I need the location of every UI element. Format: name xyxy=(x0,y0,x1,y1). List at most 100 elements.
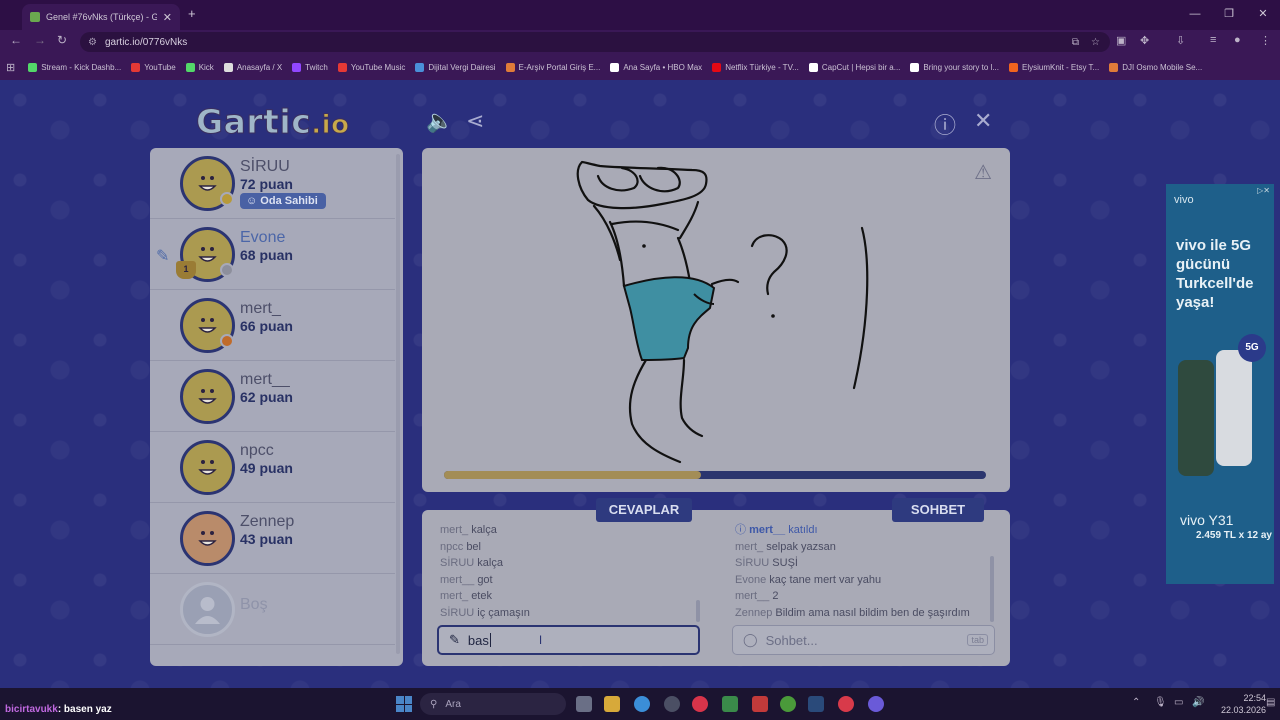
bookmark-item[interactable]: Anasayfa / X xyxy=(219,62,287,72)
bookmark-item[interactable]: ElysiumKnit - Etsy T... xyxy=(1004,62,1104,72)
bookmark-item[interactable]: CapCut | Hepsi bir a... xyxy=(804,62,906,72)
extension-icon[interactable]: ▣ xyxy=(1116,34,1126,47)
text-caret xyxy=(489,633,491,647)
settings-app-icon[interactable] xyxy=(576,696,592,712)
advertisement-banner[interactable]: ▷✕ vivo vivo ile 5G gücünü Turkcell'de y… xyxy=(1166,184,1274,584)
player-name: mert_ xyxy=(240,300,281,317)
status-dot xyxy=(220,263,234,277)
media-icon[interactable]: ≡ xyxy=(1210,34,1216,46)
bookmark-favicon-icon xyxy=(337,62,347,72)
message-text: etek xyxy=(471,590,492,602)
browser-tab[interactable]: Genel #76vNks (Türkçe) - Gartic ✕ xyxy=(22,4,180,30)
answers-scrollbar[interactable] xyxy=(696,600,700,622)
message-text: SUŞİ xyxy=(772,557,798,569)
start-button[interactable] xyxy=(396,696,412,712)
player-score: 68 puan xyxy=(240,247,293,263)
taskbar-search[interactable]: ⚲ Ara xyxy=(420,693,566,715)
exit-icon[interactable]: ✕ xyxy=(974,108,992,134)
bookmark-item[interactable]: Dijital Vergi Dairesi xyxy=(410,62,500,72)
bookmark-favicon-icon xyxy=(1109,62,1119,72)
sound-icon[interactable]: 🔈 xyxy=(426,108,453,134)
player-row[interactable]: ✎ 1 Evone 68 puan xyxy=(150,219,395,290)
bookmark-star-icon[interactable]: ☆ xyxy=(1091,37,1100,48)
install-app-icon[interactable]: ⧉ xyxy=(1072,37,1079,48)
downloads-icon[interactable]: ⇩ xyxy=(1176,34,1185,47)
player-row[interactable]: npcc 49 puan xyxy=(150,432,395,503)
bookmark-item[interactable]: Netflix Türkiye - TV... xyxy=(707,62,804,72)
back-icon[interactable]: ← xyxy=(10,33,22,47)
bookmark-item[interactable]: DJI Osmo Mobile Se... xyxy=(1104,62,1207,72)
reload-icon[interactable]: ↻ xyxy=(57,33,67,47)
bookmark-item[interactable]: Bring your story to l... xyxy=(905,62,1004,72)
discord-icon[interactable] xyxy=(868,696,884,712)
site-info-icon[interactable]: ⚙ xyxy=(88,37,97,48)
stroke-right-arm xyxy=(678,200,700,240)
answer-message: mert__ got xyxy=(440,572,702,589)
opera-icon[interactable] xyxy=(692,696,708,712)
player-name: npcc xyxy=(240,442,274,459)
text-cursor-icon: I xyxy=(538,633,543,647)
players-scrollbar[interactable] xyxy=(396,154,400,654)
profile-avatar-icon[interactable]: ● xyxy=(1234,34,1241,46)
chat-input[interactable]: ◯ Sohbet... tab xyxy=(732,625,995,655)
steam-icon[interactable] xyxy=(808,696,824,712)
chat-tab[interactable]: SOHBET xyxy=(892,498,984,522)
extensions-puzzle-icon[interactable]: ✥ xyxy=(1140,34,1149,47)
restore-icon[interactable]: ❐ xyxy=(1212,0,1246,30)
player-name: SİRUU xyxy=(240,158,290,175)
notifications-icon[interactable]: ▤ xyxy=(1266,697,1275,708)
message-user: mert__ xyxy=(735,590,770,602)
report-warning-icon[interactable]: ⚠ xyxy=(974,160,992,185)
empty-player-slot[interactable]: Boş xyxy=(150,574,395,645)
gartic-logo[interactable]: Gartic.io xyxy=(195,102,349,142)
chat-scrollbar[interactable] xyxy=(990,556,994,622)
xbox-icon[interactable] xyxy=(780,696,796,712)
close-window-icon[interactable]: ✕ xyxy=(1246,0,1280,30)
smiley-face-icon xyxy=(198,389,217,404)
status-dot xyxy=(220,192,234,206)
volume-icon[interactable]: 🔊 xyxy=(1192,697,1204,708)
menu-kebab-icon[interactable]: ⋮ xyxy=(1260,34,1271,47)
github-icon[interactable] xyxy=(664,696,680,712)
clock[interactable]: 22:54 22.03.2026 xyxy=(1221,692,1266,716)
forward-icon[interactable]: → xyxy=(34,33,46,47)
bookmark-label: CapCut | Hepsi bir a... xyxy=(821,62,901,72)
ticker-user: bicirtavukk xyxy=(5,704,58,715)
tab-key-hint: tab xyxy=(967,634,988,646)
minimize-icon[interactable]: — xyxy=(1178,0,1212,30)
network-icon[interactable]: ▭ xyxy=(1174,697,1183,708)
bookmark-item[interactable]: E-Arşiv Portal Giriş E... xyxy=(501,62,606,72)
info-icon[interactable]: ⓘ xyxy=(934,108,956,140)
player-row[interactable]: mert__ 62 puan xyxy=(150,361,395,432)
share-icon[interactable]: ⋖ xyxy=(466,108,484,134)
player-row[interactable]: SİRUU 72 puan ☺ Oda Sahibi xyxy=(150,148,395,219)
bookmark-item[interactable]: YouTube Music xyxy=(333,62,411,72)
game-app-icon[interactable] xyxy=(752,696,768,712)
ad-model: vivo Y31 xyxy=(1180,512,1234,528)
browser-app-icon[interactable] xyxy=(838,696,854,712)
tray-chevron-icon[interactable]: ⌃ xyxy=(1132,697,1140,708)
close-tab-icon[interactable]: ✕ xyxy=(163,11,172,24)
player-row[interactable]: mert_ 66 puan xyxy=(150,290,395,361)
chrome-icon[interactable] xyxy=(634,696,650,712)
address-bar[interactable]: ⚙ gartic.io/0776vNks ⧉ ☆ xyxy=(80,32,1110,52)
file-explorer-icon[interactable] xyxy=(604,696,620,712)
stroke-line xyxy=(852,226,869,390)
xbox-app-icon[interactable] xyxy=(722,696,738,712)
bookmark-item[interactable]: Stream - Kick Dashb... xyxy=(23,62,126,72)
apps-grid-icon[interactable]: ⊞ xyxy=(6,61,23,74)
bookmark-item[interactable]: Twitch xyxy=(287,62,333,72)
message-text: 2 xyxy=(772,590,779,602)
bookmark-item[interactable]: YouTube xyxy=(126,62,180,72)
ad-choices-icon[interactable]: ▷✕ xyxy=(1257,186,1270,195)
new-tab-icon[interactable]: + xyxy=(188,6,196,21)
stroke-dot-navel xyxy=(642,244,646,248)
bookmark-item[interactable]: Kick xyxy=(181,62,219,72)
microphone-icon[interactable]: 🎙 xyxy=(1154,697,1167,708)
bookmark-item[interactable]: Ana Sayfa • HBO Max xyxy=(605,62,707,72)
browser-toolbar: ← → ↻ ⚙ gartic.io/0776vNks ⧉ ☆ ▣ ✥ ⇩ ≡ ●… xyxy=(0,30,1280,54)
answers-tab[interactable]: CEVAPLAR xyxy=(596,498,692,522)
drawing-canvas: ⚠ xyxy=(422,148,1010,492)
answer-input[interactable]: ✎ bas I xyxy=(437,625,700,655)
player-row[interactable]: Zennep 43 puan xyxy=(150,503,395,574)
